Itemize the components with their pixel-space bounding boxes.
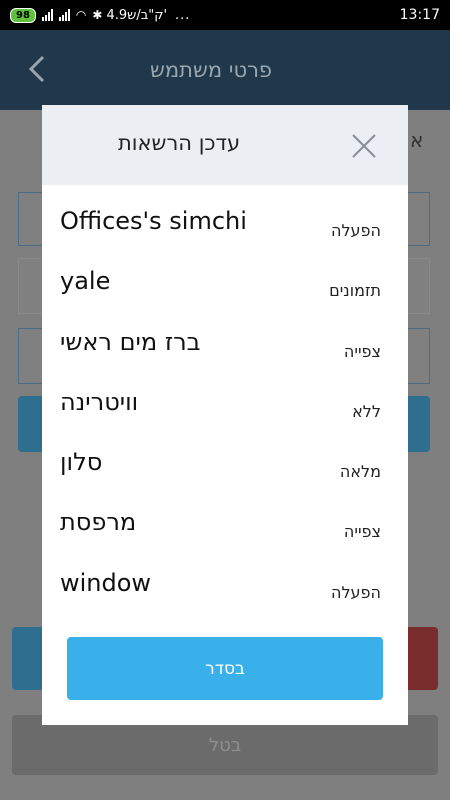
permission-level[interactable]: תזמונים <box>329 281 381 300</box>
permission-level[interactable]: ללא <box>352 402 381 421</box>
chevron-left-icon[interactable] <box>28 54 46 92</box>
device-name: סלון <box>60 448 103 477</box>
ok-label: בסדר <box>205 658 245 679</box>
signal-icon-2 <box>58 9 70 21</box>
permission-level[interactable]: הפעלה <box>331 583 381 602</box>
bluetooth-icon: ✱ <box>92 8 103 22</box>
network-speed: 4.9ק"ב/ש' <box>106 7 168 23</box>
device-name: Offices's simchi <box>60 207 247 235</box>
permissions-list: Offices's simchi הפעלה yale תזמונים ברז … <box>42 185 408 607</box>
permission-level[interactable]: צפייה <box>344 522 381 541</box>
device-name: וויטרינה <box>60 387 139 416</box>
page-title: פרטי משתמש <box>150 58 273 82</box>
clock: 13:17 <box>399 7 440 23</box>
permission-row[interactable]: ברז מים ראשי צפייה <box>42 306 408 366</box>
background-side-text: א <box>410 128 424 152</box>
cancel-label: בטל <box>208 734 242 756</box>
permission-row[interactable]: yale תזמונים <box>42 245 408 305</box>
wifi-icon: ◠ <box>75 8 87 22</box>
battery-indicator: 98 <box>10 7 36 23</box>
device-name: window <box>60 568 152 597</box>
permission-level[interactable]: צפייה <box>344 342 381 361</box>
ok-button[interactable]: בסדר <box>67 637 383 700</box>
update-permissions-dialog: עדכן הרשאות Offices's simchi הפעלה yale … <box>42 105 408 725</box>
status-bar: 98 ◠ ✱ 4.9ק"ב/ש' ... 13:17 <box>0 0 450 30</box>
permission-level[interactable]: הפעלה <box>331 221 381 240</box>
app-header: פרטי משתמש <box>0 30 450 110</box>
permission-row[interactable]: window הפעלה <box>42 547 408 607</box>
notification-dots: ... <box>175 7 191 23</box>
permission-row[interactable]: Offices's simchi הפעלה <box>42 185 408 245</box>
dialog-title: עדכן הרשאות <box>118 131 241 155</box>
permission-row[interactable]: וויטרינה ללא <box>42 366 408 426</box>
dialog-header: עדכן הרשאות <box>42 105 408 185</box>
permission-row[interactable]: מרפסת צפייה <box>42 486 408 546</box>
close-icon[interactable] <box>350 132 378 160</box>
device-name: yale <box>60 267 111 296</box>
signal-icon <box>41 9 53 21</box>
device-name: מרפסת <box>60 508 137 537</box>
device-name: ברז מים ראשי <box>60 327 201 356</box>
permission-level[interactable]: מלאה <box>340 462 381 481</box>
permission-row[interactable]: סלון מלאה <box>42 426 408 486</box>
